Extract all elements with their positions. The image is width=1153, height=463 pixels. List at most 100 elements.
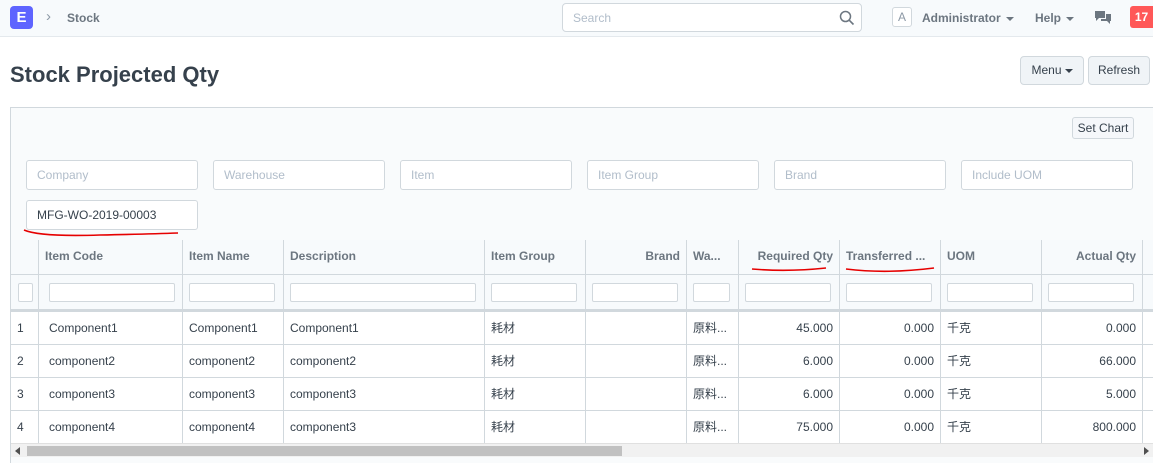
item-group-cell[interactable]: 耗材 bbox=[485, 312, 586, 344]
warehouse-cell[interactable]: 原料... bbox=[687, 312, 739, 344]
col-header-item-name[interactable]: Item Name bbox=[183, 240, 284, 274]
col-header-brand[interactable]: Brand bbox=[586, 240, 687, 274]
col-header-description[interactable]: Description bbox=[284, 240, 485, 274]
transferred-qty-cell[interactable]: 0.000 bbox=[840, 378, 941, 410]
brand-cell[interactable] bbox=[586, 312, 687, 344]
item-field[interactable] bbox=[401, 161, 571, 189]
filter-cell-required-qty bbox=[739, 275, 840, 309]
menu-label: Menu bbox=[1031, 63, 1062, 77]
actual-qty-cell[interactable]: 800.000 bbox=[1042, 411, 1143, 443]
required-qty-cell[interactable]: 6.000 bbox=[739, 345, 840, 377]
scrollbar-thumb[interactable] bbox=[27, 446, 622, 456]
item-code-cell[interactable]: component2 bbox=[39, 345, 183, 377]
item-code-cell[interactable]: Component1 bbox=[39, 312, 183, 344]
actual-qty-cell[interactable]: 66.000 bbox=[1042, 345, 1143, 377]
required-qty-cell[interactable]: 45.000 bbox=[739, 312, 840, 344]
search-box[interactable] bbox=[562, 3, 862, 32]
search-input[interactable] bbox=[563, 4, 823, 31]
col-header-uom[interactable]: UOM bbox=[941, 240, 1042, 274]
scroll-right-icon[interactable] bbox=[1144, 447, 1149, 455]
row-select-checkbox[interactable] bbox=[18, 283, 33, 302]
transferred-qty-cell[interactable]: 0.000 bbox=[840, 312, 941, 344]
description-cell[interactable]: component2 bbox=[284, 345, 485, 377]
item-name-column-filter[interactable] bbox=[189, 283, 275, 302]
warehouse-cell[interactable]: 原料... bbox=[687, 345, 739, 377]
set-chart-button[interactable]: Set Chart bbox=[1072, 117, 1134, 139]
uom-cell[interactable]: 千克 bbox=[941, 378, 1042, 410]
brand-cell[interactable] bbox=[586, 345, 687, 377]
company-field[interactable] bbox=[27, 161, 197, 189]
uom-cell[interactable]: 千克 bbox=[941, 411, 1042, 443]
item-code-cell[interactable]: component4 bbox=[39, 411, 183, 443]
transferred-column-filter[interactable] bbox=[846, 283, 932, 302]
uom-cell[interactable]: 千克 bbox=[941, 345, 1042, 377]
required-qty-cell[interactable]: 6.000 bbox=[739, 378, 840, 410]
filter-cell-brand bbox=[586, 275, 687, 309]
actual-qty-column-filter[interactable] bbox=[1048, 283, 1134, 302]
item-group-column-filter[interactable] bbox=[491, 283, 577, 302]
menu-button[interactable]: Menu bbox=[1020, 56, 1084, 85]
scroll-left-icon[interactable] bbox=[15, 447, 20, 455]
item-name-cell[interactable]: component2 bbox=[183, 345, 284, 377]
col-header-item-code[interactable]: Item Code bbox=[39, 240, 183, 274]
warehouse-cell[interactable]: 原料... bbox=[687, 411, 739, 443]
include-uom-field[interactable] bbox=[962, 161, 1132, 189]
item-name-cell[interactable]: component3 bbox=[183, 378, 284, 410]
notifications-badge[interactable]: 17 bbox=[1130, 6, 1153, 28]
actual-qty-cell[interactable]: 0.000 bbox=[1042, 312, 1143, 344]
row-index: 2 bbox=[11, 345, 39, 377]
table-row[interactable]: 3 component3 component3 component3 耗材 原料… bbox=[11, 378, 1153, 411]
item-group-cell[interactable]: 耗材 bbox=[485, 345, 586, 377]
warehouse-filter[interactable] bbox=[213, 160, 385, 190]
col-header-warehouse[interactable]: Wa... bbox=[687, 240, 739, 274]
user-menu[interactable]: Administrator bbox=[922, 11, 1014, 25]
brand-cell[interactable] bbox=[586, 378, 687, 410]
required-qty-column-filter[interactable] bbox=[745, 283, 831, 302]
uom-cell[interactable]: 千克 bbox=[941, 312, 1042, 344]
table-row[interactable]: 2 component2 component2 component2 耗材 原料… bbox=[11, 345, 1153, 378]
brand-column-filter[interactable] bbox=[592, 283, 678, 302]
warehouse-field[interactable] bbox=[214, 161, 384, 189]
actual-qty-cell[interactable]: 5.000 bbox=[1042, 378, 1143, 410]
include-uom-filter[interactable] bbox=[961, 160, 1133, 190]
brand-cell[interactable] bbox=[586, 411, 687, 443]
work-order-filter[interactable] bbox=[26, 200, 198, 230]
horizontal-scrollbar[interactable] bbox=[11, 443, 1153, 457]
warehouse-column-filter[interactable] bbox=[693, 283, 730, 302]
work-order-field[interactable] bbox=[27, 201, 197, 229]
search-icon[interactable] bbox=[839, 10, 855, 26]
required-qty-cell[interactable]: 75.000 bbox=[739, 411, 840, 443]
help-menu[interactable]: Help bbox=[1035, 11, 1075, 25]
item-name-cell[interactable]: Component1 bbox=[183, 312, 284, 344]
description-cell[interactable]: component3 bbox=[284, 411, 485, 443]
item-group-filter[interactable] bbox=[587, 160, 759, 190]
breadcrumb-stock[interactable]: Stock bbox=[67, 11, 100, 25]
col-header-actual-qty[interactable]: Actual Qty bbox=[1042, 240, 1143, 274]
item-group-field[interactable] bbox=[588, 161, 758, 189]
item-filter[interactable] bbox=[400, 160, 572, 190]
brand-filter[interactable] bbox=[774, 160, 946, 190]
item-name-cell[interactable]: component4 bbox=[183, 411, 284, 443]
item-code-cell[interactable]: component3 bbox=[39, 378, 183, 410]
warehouse-cell[interactable]: 原料... bbox=[687, 378, 739, 410]
item-group-cell[interactable]: 耗材 bbox=[485, 411, 586, 443]
brand-field[interactable] bbox=[775, 161, 945, 189]
chat-icon[interactable] bbox=[1094, 10, 1112, 25]
uom-column-filter[interactable] bbox=[947, 283, 1033, 302]
item-group-cell[interactable]: 耗材 bbox=[485, 378, 586, 410]
col-header-transferred[interactable]: Transferred ... bbox=[840, 240, 941, 274]
table-row[interactable]: 1 Component1 Component1 Component1 耗材 原料… bbox=[11, 312, 1153, 345]
app-logo[interactable]: E bbox=[10, 6, 33, 29]
description-cell[interactable]: Component1 bbox=[284, 312, 485, 344]
refresh-button[interactable]: Refresh bbox=[1088, 56, 1150, 85]
transferred-qty-cell[interactable]: 0.000 bbox=[840, 411, 941, 443]
col-header-required-qty[interactable]: Required Qty bbox=[739, 240, 840, 274]
table-row[interactable]: 4 component4 component4 component3 耗材 原料… bbox=[11, 411, 1153, 443]
col-header-item-group[interactable]: Item Group bbox=[485, 240, 586, 274]
item-code-column-filter[interactable] bbox=[49, 283, 175, 302]
transferred-qty-cell[interactable]: 0.000 bbox=[840, 345, 941, 377]
company-filter[interactable] bbox=[26, 160, 198, 190]
description-cell[interactable]: component3 bbox=[284, 378, 485, 410]
avatar[interactable]: A bbox=[892, 7, 912, 27]
description-column-filter[interactable] bbox=[290, 283, 476, 302]
